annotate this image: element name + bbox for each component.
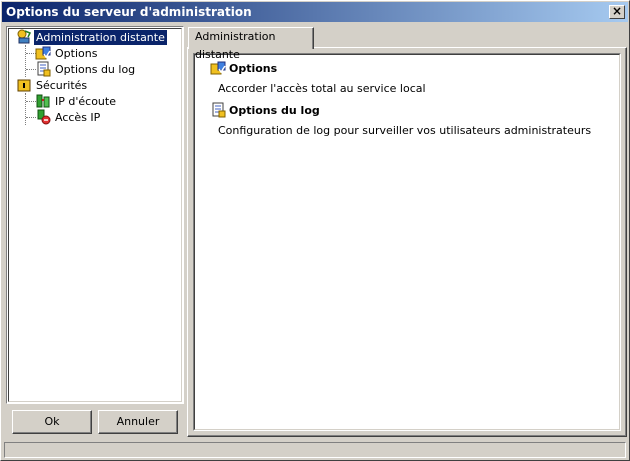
tree-item-options[interactable]: Options	[35, 45, 99, 61]
window-title: Options du serveur d'administration	[6, 5, 252, 19]
security-lock-icon	[16, 77, 32, 93]
entry-log-options-description: Configuration de log pour surveiller vos…	[218, 124, 592, 137]
cancel-button[interactable]: Annuler	[98, 410, 178, 434]
tree-item-admin-remote[interactable]: Administration distante	[16, 29, 167, 45]
listen-ip-icon	[35, 93, 51, 109]
tree-item-label: Sécurités	[36, 78, 88, 92]
tree-item-ip-access[interactable]: Accès IP	[35, 109, 102, 125]
entry-options-description: Accorder l'accès total au service local	[218, 82, 426, 95]
tree-view[interactable]: Administration distante Options Options …	[6, 26, 184, 404]
entry-log-options-title[interactable]: Options du log	[210, 102, 320, 118]
content-panel: Options Accorder l'accès total au servic…	[193, 53, 621, 431]
tree-item-log-options[interactable]: Options du log	[35, 61, 137, 77]
tab-admin-remote[interactable]: Administration distante	[188, 27, 314, 61]
tree-item-security[interactable]: Sécurités	[16, 77, 89, 93]
tree-item-label: Administration distante	[34, 29, 167, 45]
tree-item-label: Accès IP	[55, 110, 101, 124]
tree-item-label: Options	[55, 46, 98, 60]
tree-item-label: Options du log	[55, 62, 136, 76]
log-options-icon	[35, 61, 51, 77]
tree-item-listen-ip[interactable]: IP d'écoute	[35, 93, 118, 109]
close-button[interactable]: ×	[609, 5, 625, 19]
title-bar[interactable]: Options du serveur d'administration ×	[2, 2, 628, 22]
log-options-icon	[210, 102, 226, 118]
dialog-window: Options du serveur d'administration × Ad…	[0, 0, 630, 461]
options-icon	[35, 45, 51, 61]
ok-button[interactable]: Ok	[12, 410, 92, 434]
tree-item-label: IP d'écoute	[55, 94, 116, 108]
close-icon: ×	[611, 4, 623, 18]
admin-remote-icon	[16, 29, 32, 45]
status-bar	[4, 442, 626, 458]
tab-page: Options Accorder l'accès total au servic…	[187, 47, 627, 437]
ip-access-icon	[35, 109, 51, 125]
